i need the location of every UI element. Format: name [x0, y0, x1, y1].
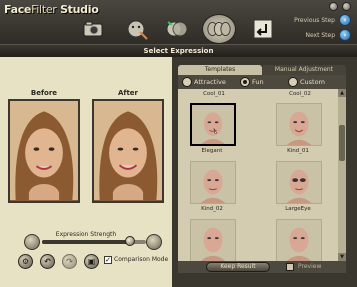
radio-attractive-label: Attractive [194, 78, 226, 86]
undo-button[interactable]: ↶ [40, 254, 55, 269]
minimize-button[interactable] [329, 2, 338, 11]
face-tools-icon[interactable] [124, 16, 150, 42]
before-label: Before [8, 88, 80, 99]
radio-attractive[interactable] [182, 77, 192, 87]
template-label: Elegant [201, 148, 223, 154]
template-label: Kind_01 [287, 148, 309, 154]
keep-result-button[interactable]: Keep Result [206, 262, 270, 272]
neutral-face-icon [24, 234, 40, 250]
photo-panel: Before After Expression Strength ⚙ ↶ ↷ ▣… [0, 57, 172, 287]
redo-button[interactable]: ↷ [62, 254, 77, 269]
next-step-button[interactable]: › [339, 29, 351, 41]
previous-step-button[interactable]: ‹ [339, 14, 351, 26]
camera-icon[interactable] [80, 16, 106, 42]
templates-panel: Templates Manual Adjustment Attractive F… [172, 57, 357, 287]
after-label: After [92, 88, 164, 99]
radio-custom[interactable] [288, 77, 298, 87]
scroll-down-icon[interactable]: ▼ [338, 253, 346, 261]
after-photo [92, 99, 164, 203]
before-photo [8, 99, 80, 203]
next-step-link[interactable]: Next Step [305, 32, 335, 39]
template-label: Kind_02 [201, 206, 223, 212]
slider-thumb[interactable] [125, 236, 136, 246]
tab-templates[interactable]: Templates [178, 65, 262, 75]
scroll-thumb[interactable] [339, 125, 345, 161]
app-title: FaceFilter Studio [4, 3, 99, 16]
template-thumb-largeeye[interactable] [276, 161, 322, 204]
scroll-up-icon[interactable]: ▲ [338, 89, 346, 97]
settings-button[interactable]: ⚙ [18, 254, 33, 269]
template-thumb-kind02[interactable] [190, 161, 236, 204]
close-button[interactable] [342, 2, 351, 11]
tab-manual-adjustment[interactable]: Manual Adjustment [262, 65, 346, 75]
radio-fun[interactable] [240, 77, 250, 87]
radio-custom-label: Custom [300, 78, 325, 86]
preview-label: Preview [298, 263, 322, 270]
previous-step-link[interactable]: Previous Step [294, 17, 335, 24]
template-thumb-kind01[interactable] [276, 103, 322, 146]
template-label: LargeEye [285, 206, 311, 212]
strong-expression-face-icon [146, 234, 162, 250]
comparison-mode-checkbox[interactable]: ✓ [104, 256, 112, 264]
template-thumb-elegant[interactable] [190, 103, 236, 146]
title-bar: FaceFilter Studio Previous Step ‹ Next S… [0, 0, 357, 44]
back-arrow-icon[interactable] [250, 16, 276, 42]
template-thumb-row3-right[interactable] [276, 219, 322, 261]
save-button[interactable]: ▣ [84, 254, 99, 269]
page-title: Select Expression [0, 44, 357, 57]
face-morph-icon[interactable] [164, 16, 190, 42]
template-filter-bar: Attractive Fun Custom [178, 75, 346, 89]
template-grid: Cool_01 Cool_02 Elegant Kind_01 Kind_02 … [178, 89, 338, 261]
template-scrollbar[interactable]: ▲ ▼ [338, 89, 346, 261]
preview-checkbox[interactable] [286, 263, 294, 271]
slider-fill [42, 240, 131, 244]
radio-fun-label: Fun [252, 78, 264, 86]
expression-strength-label: Expression Strength [55, 231, 117, 238]
expression-faces-icon[interactable] [202, 14, 236, 44]
expression-strength-slider[interactable] [42, 236, 146, 246]
template-thumb-row3-left[interactable] [190, 219, 236, 261]
comparison-mode-label: Comparison Mode [114, 256, 169, 263]
template-label: Cool_02 [289, 91, 311, 97]
template-label: Cool_01 [203, 91, 225, 97]
template-action-bar: Keep Result Preview [178, 261, 346, 273]
